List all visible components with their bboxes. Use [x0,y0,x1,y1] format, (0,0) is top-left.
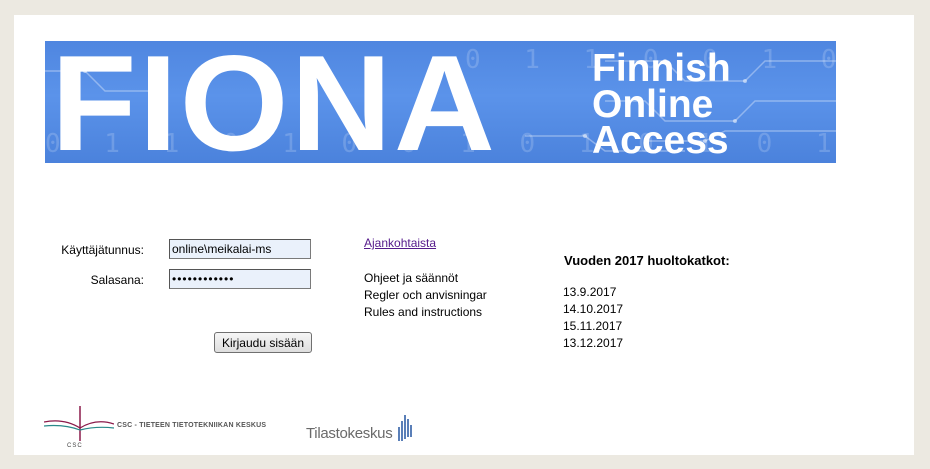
password-label: Salasana: [90,273,144,287]
fiona-banner: 0 1 1 0 0 1 0 0 1 1 0 1 0 0 1 0 1 0 1 0 … [45,41,836,163]
password-field[interactable] [169,269,311,289]
maintenance-date: 13.12.2017 [563,336,624,350]
rules-swedish-text: Regler och anvisningar [364,288,487,302]
login-button[interactable]: Kirjaudu sisään [214,332,312,353]
rules-finnish-text: Ohjeet ja säännöt [364,271,459,285]
username-field[interactable] [169,239,311,259]
maintenance-date: 14.10.2017 [563,302,624,316]
banner-title: FIONA [51,41,498,163]
csc-logo-text: CSC - TIETEEN TIETOTEKNIIKAN KESKUS [117,422,267,429]
maintenance-date: 15.11.2017 [563,319,623,333]
username-label: Käyttäjätunnus: [61,243,144,257]
maintenance-date: 13.9.2017 [563,285,617,299]
page-frame: 0 1 1 0 0 1 0 0 1 1 0 1 0 0 1 0 1 0 1 0 … [14,15,914,455]
maintenance-title: Vuoden 2017 huoltokatkot: [564,253,730,268]
rules-english-text: Rules and instructions [364,305,483,319]
csc-abbr-text: CSC [67,443,83,449]
tilastokeskus-bars-icon [398,415,412,441]
csc-logo-icon [44,406,114,441]
news-link[interactable]: Ajankohtaista [364,236,436,250]
tilastokeskus-logo-text: Tilastokeskus [306,425,393,442]
banner-sub-line3: Access [592,119,729,162]
